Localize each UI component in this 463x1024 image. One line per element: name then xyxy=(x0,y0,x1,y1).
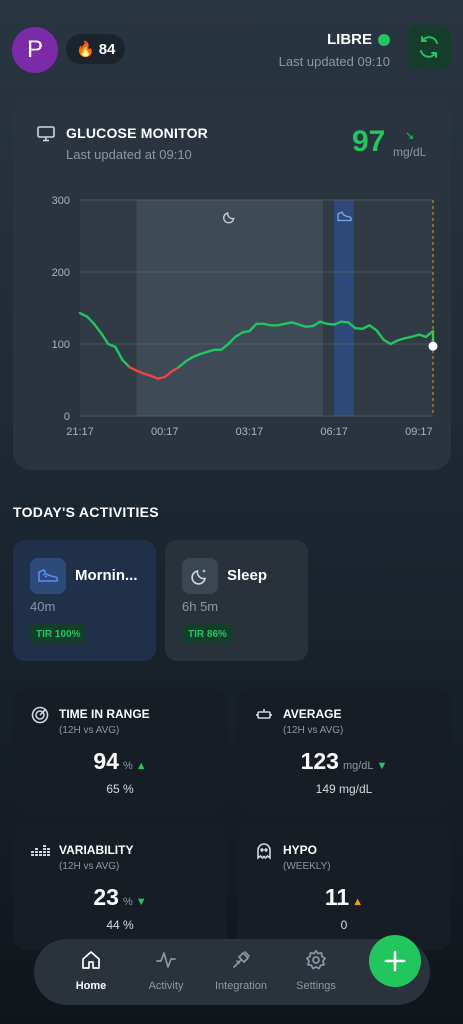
streak-count: 84 xyxy=(98,40,116,58)
y-tick-label: 200 xyxy=(52,267,70,279)
stat-card-average[interactable]: AVERAGE (12H vs AVG) 123 mg/dL ▼ 149 mg/dL xyxy=(237,688,451,814)
monitor-icon xyxy=(37,126,55,142)
glucose-last-updated: Last updated at 09:10 xyxy=(66,147,192,162)
glucose-value: 97 xyxy=(352,125,386,158)
x-tick-label: 09:17 xyxy=(405,426,433,438)
stat-unit: % xyxy=(122,896,133,908)
nav-item-integration[interactable]: Integration xyxy=(206,949,276,992)
home-icon xyxy=(82,951,100,969)
glucose-unit: mg/dL xyxy=(393,145,427,159)
stat-average: 44 % xyxy=(106,918,134,932)
stat-subtitle: (12H vs AVG) xyxy=(59,725,120,736)
nav-label: Activity xyxy=(148,980,184,992)
bars-icon xyxy=(31,845,50,856)
plug-icon xyxy=(233,951,250,968)
stat-subtitle: (WEEKLY) xyxy=(283,861,331,872)
stat-card-hypo[interactable]: HYPO (WEEKLY) 11 ▲ 0 xyxy=(237,824,451,950)
nav-item-settings[interactable]: Settings xyxy=(281,949,351,992)
status-dot-icon xyxy=(378,33,390,46)
shoe-icon xyxy=(30,558,66,594)
activity-duration: 6h 5m xyxy=(182,599,219,614)
add-button[interactable] xyxy=(369,935,421,987)
glucose-monitor-card[interactable]: GLUCOSE MONITOR Last updated at 09:10 97… xyxy=(13,97,451,470)
device-name: LIBRE xyxy=(327,31,372,48)
stat-average: 0 xyxy=(340,918,348,932)
stat-average: 65 % xyxy=(106,782,134,796)
stat-value: 123 xyxy=(300,748,339,774)
x-tick-label: 06:17 xyxy=(320,426,348,438)
activity-tir-badge: TIR 86% xyxy=(182,624,233,644)
nav-label: Integration xyxy=(215,980,267,992)
nav-item-activity[interactable]: Activity xyxy=(131,949,201,992)
y-tick-label: 300 xyxy=(52,195,70,207)
streak-badge[interactable]: 🔥 84 xyxy=(66,34,126,64)
activity-name: Mornin... xyxy=(75,567,138,584)
stat-title: TIME IN RANGE xyxy=(59,707,150,721)
trend-down-icon: ▼ xyxy=(135,896,147,908)
sync-button[interactable] xyxy=(407,24,451,70)
activity-icon xyxy=(156,952,176,968)
activity-card-morning[interactable]: Mornin... 40m TIR 100% xyxy=(13,540,156,661)
y-tick-label: 100 xyxy=(52,339,70,351)
x-tick-label: 00:17 xyxy=(151,426,179,438)
stat-subtitle: (12H vs AVG) xyxy=(59,861,120,872)
gear-icon xyxy=(305,949,327,970)
current-value-point xyxy=(428,341,438,351)
plus-icon xyxy=(384,950,406,972)
nav-label: Home xyxy=(75,980,107,992)
moon-icon xyxy=(182,558,218,594)
sync-icon xyxy=(420,36,438,58)
ghost-icon xyxy=(257,843,271,860)
stat-title: HYPO xyxy=(283,843,318,857)
stat-subtitle: (12H vs AVG) xyxy=(283,725,344,736)
activity-tir-badge: TIR 100% xyxy=(30,624,87,644)
stat-card-variability[interactable]: VARIABILITY (12H vs AVG) 23% ▼ 44 % xyxy=(13,824,227,950)
activity-duration: 40m xyxy=(30,599,56,614)
range-icon xyxy=(256,709,272,719)
sleep-band xyxy=(136,200,323,416)
x-tick-label: 03:17 xyxy=(236,426,264,438)
stat-value: 11 xyxy=(324,884,350,910)
stat-unit: % xyxy=(122,760,133,772)
x-tick-label: 21:17 xyxy=(66,426,94,438)
stat-title: AVERAGE xyxy=(283,707,342,721)
stat-title: VARIABILITY xyxy=(59,843,134,857)
avatar[interactable]: P xyxy=(12,27,58,73)
activities-title: TODAY'S ACTIVITIES xyxy=(13,504,159,520)
glucose-chart[interactable]: 300 200 100 0 21:17 00:17 03:17 06:17 09:17 xyxy=(33,195,443,445)
y-tick-label: 0 xyxy=(64,411,70,423)
flame-icon: 🔥 xyxy=(76,41,95,58)
glucose-title: GLUCOSE MONITOR xyxy=(66,125,208,141)
stat-average: 149 mg/dL xyxy=(315,782,373,796)
nav-label: Settings xyxy=(296,980,336,992)
activity-card-sleep[interactable]: Sleep 6h 5m TIR 86% xyxy=(165,540,308,661)
nav-item-home[interactable]: Home xyxy=(56,949,126,992)
stat-value: 94 xyxy=(93,748,119,774)
stat-card-time-in-range[interactable]: TIME IN RANGE (12H vs AVG) 94% ▲ 65 % xyxy=(13,688,227,814)
target-icon xyxy=(31,706,49,724)
activity-band xyxy=(334,200,354,416)
stat-unit: mg/dL xyxy=(342,760,374,772)
trend-down-icon: ▼ xyxy=(376,760,388,772)
device-last-updated: Last updated 09:10 xyxy=(278,54,390,69)
activity-name: Sleep xyxy=(227,567,268,584)
trend-arrow-icon: ↘ xyxy=(405,130,415,142)
trend-up-icon: ▲ xyxy=(352,896,364,908)
stat-value: 23 xyxy=(93,884,119,910)
trend-up-icon: ▲ xyxy=(135,760,147,772)
device-status: LIBRE Last updated 09:10 xyxy=(279,31,390,69)
